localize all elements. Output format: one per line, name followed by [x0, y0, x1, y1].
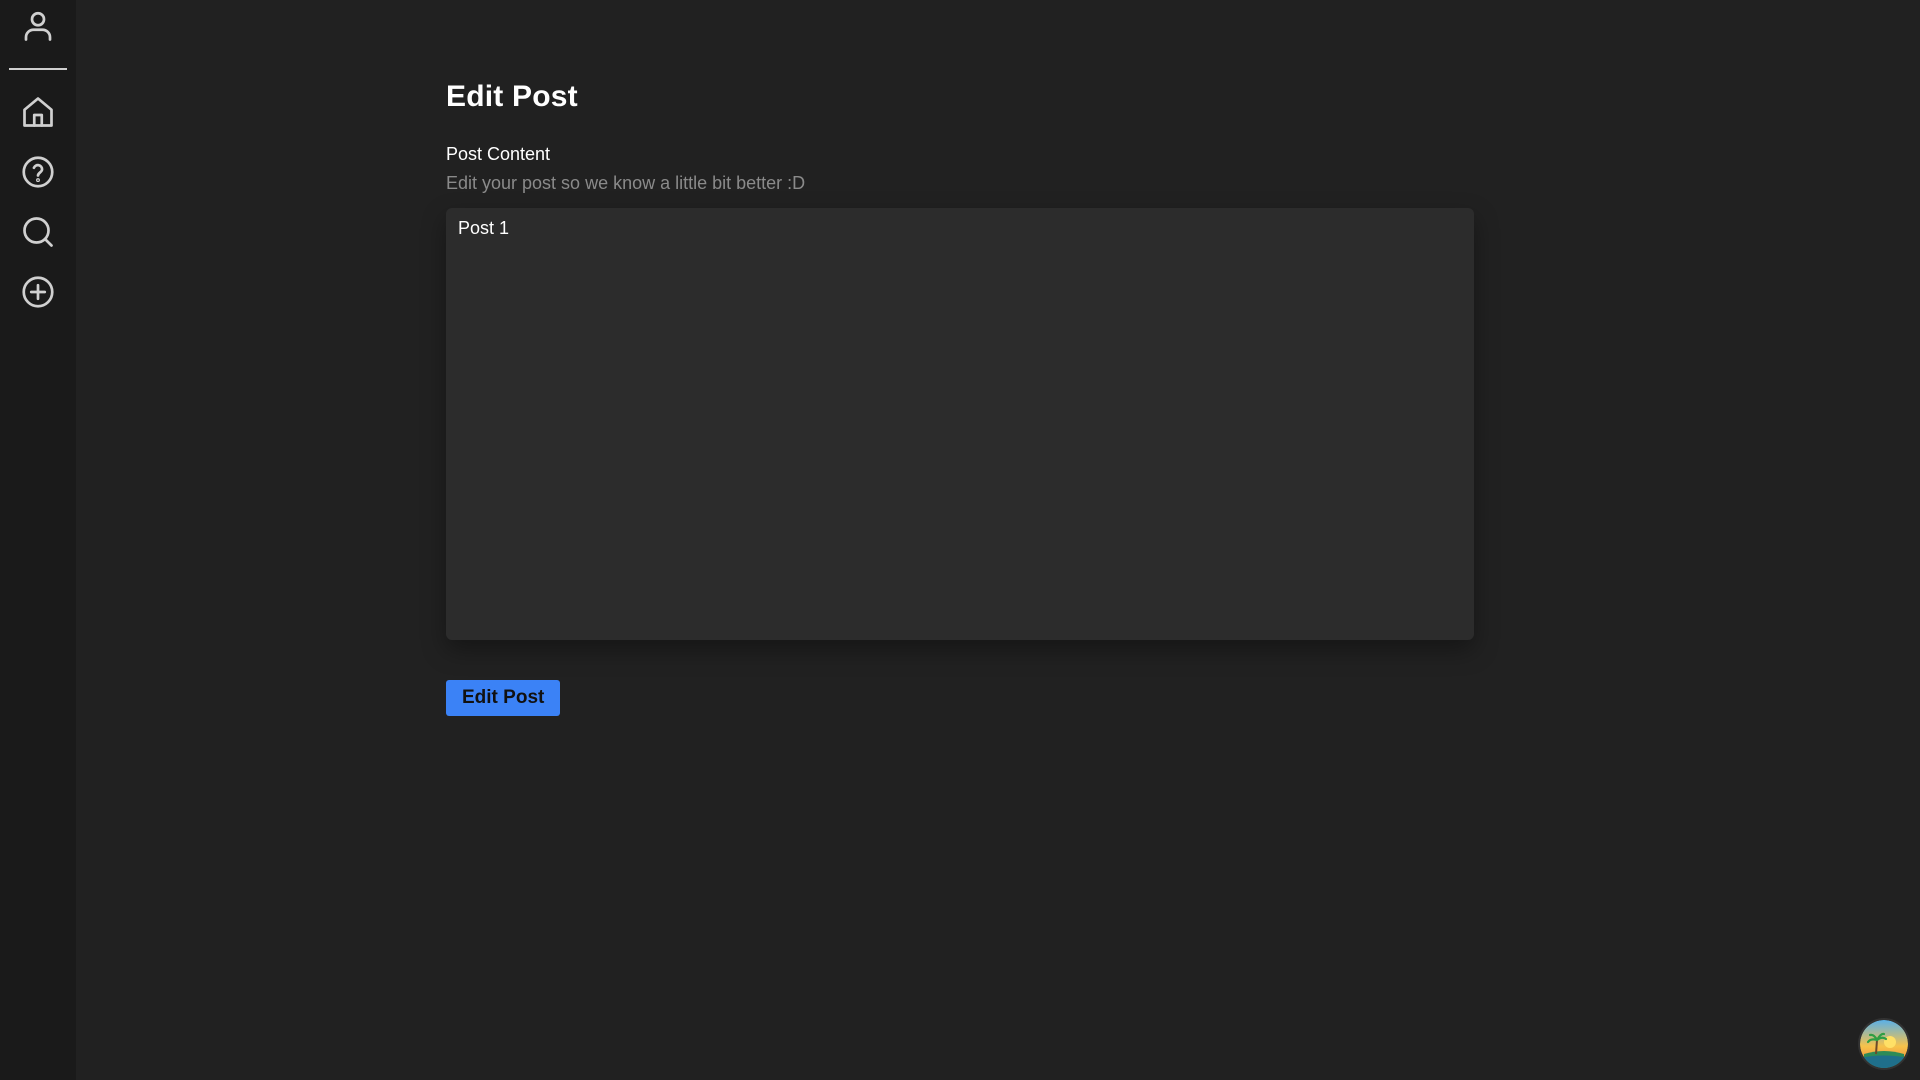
- help-icon: [22, 156, 54, 188]
- sidebar-divider: [9, 68, 67, 70]
- sidebar-item-help[interactable]: [18, 152, 58, 192]
- add-circle-icon: [22, 276, 54, 308]
- edit-post-form: Edit Post Post Content Edit your post so…: [446, 80, 1474, 716]
- sidebar-item-home[interactable]: [18, 92, 58, 132]
- sidebar: [0, 0, 76, 1080]
- search-icon: [23, 217, 53, 247]
- page-title: Edit Post: [446, 80, 578, 113]
- post-content-label: Post Content: [446, 144, 551, 164]
- user-icon: [24, 11, 52, 41]
- profile-button[interactable]: [18, 6, 58, 46]
- edit-post-button[interactable]: Edit Post: [446, 680, 561, 716]
- home-icon: [23, 97, 53, 127]
- post-content-textarea[interactable]: Post 1: [446, 208, 1474, 640]
- sidebar-item-search[interactable]: [18, 212, 58, 252]
- post-content-hint: Edit your post so we know a little bit b…: [446, 173, 806, 193]
- floating-avatar-button[interactable]: [1860, 1020, 1908, 1068]
- island-sunset-avatar: [1860, 1020, 1908, 1068]
- sidebar-item-create[interactable]: [18, 272, 58, 312]
